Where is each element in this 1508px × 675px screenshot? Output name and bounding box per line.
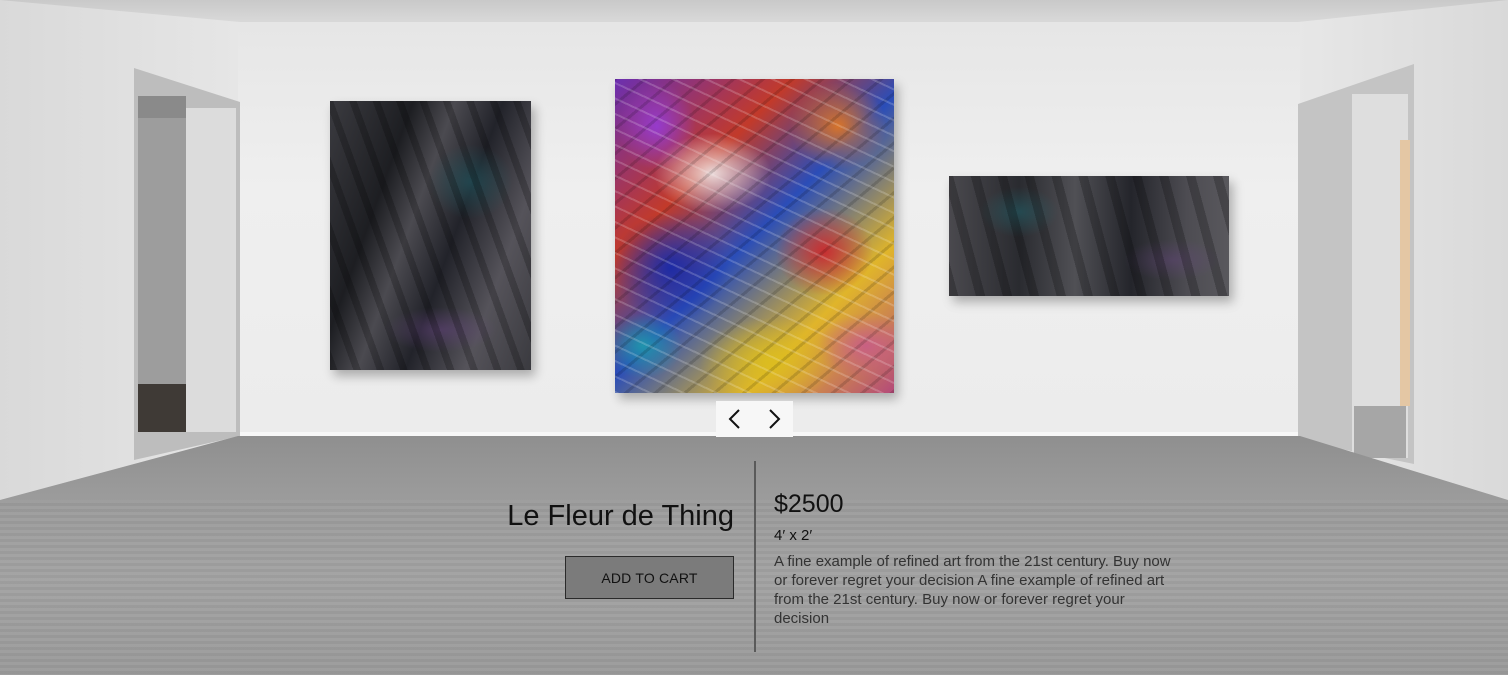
product-description: A fine example of refined art from the 2…	[774, 553, 1171, 627]
carousel-nav	[716, 401, 793, 437]
next-button[interactable]	[759, 404, 789, 434]
divider	[754, 461, 756, 652]
left-doorway-inner-wall	[138, 118, 186, 384]
artwork-texture	[615, 79, 894, 393]
artwork-texture	[330, 101, 531, 370]
chevron-left-icon	[728, 409, 740, 429]
artwork-previous[interactable]	[330, 101, 531, 370]
left-doorway-floor	[138, 384, 186, 432]
artwork-next[interactable]	[949, 176, 1229, 296]
product-title: Le Fleur de Thing	[507, 500, 734, 532]
left-doorway-frame	[186, 108, 236, 432]
previous-button[interactable]	[720, 404, 750, 434]
product-price: $2500	[774, 490, 844, 518]
right-doorway-floor	[1354, 406, 1406, 458]
add-to-cart-button[interactable]: ADD TO CART	[565, 556, 734, 599]
artwork-current	[615, 79, 894, 393]
right-doorway-jamb	[1400, 140, 1410, 406]
artwork-texture	[949, 176, 1229, 296]
product-dimensions: 4′ x 2′	[774, 527, 813, 544]
ceiling	[0, 0, 1508, 24]
chevron-right-icon	[769, 409, 781, 429]
gallery-stage: Le Fleur de Thing ADD TO CART $2500 4′ x…	[0, 0, 1508, 675]
